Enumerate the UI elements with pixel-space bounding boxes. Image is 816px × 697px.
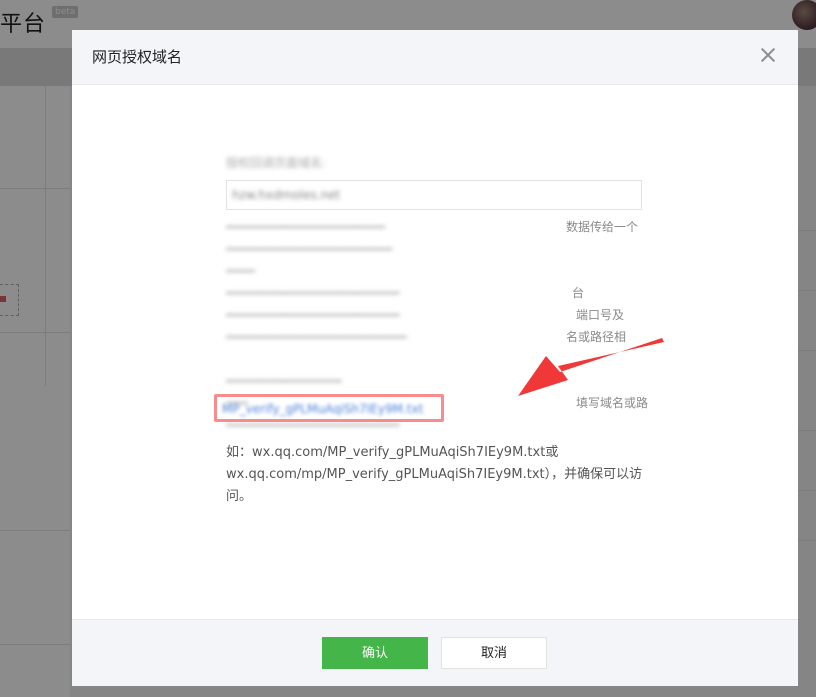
dialog-header: 网页授权域名: [72, 30, 798, 85]
domain-field-label: 授权回调页面域名:: [226, 156, 327, 170]
description-blurred-line: ━━━━━━━━━━━━━━━━━━━━━━━━: [226, 308, 400, 322]
authorize-domain-dialog: 网页授权域名 授权回调页面域名: hzw.hxdmoles.net ━━━━━━…: [72, 30, 798, 686]
description-text: 名或路径相: [566, 330, 627, 344]
link-highlight-box: [214, 394, 444, 422]
description-text: 数据传给一个: [566, 220, 639, 234]
description-text: 台: [572, 286, 585, 300]
close-icon[interactable]: [756, 43, 780, 67]
description-text: 端口号及: [576, 308, 625, 322]
dialog-footer: 确认 取消: [72, 619, 798, 686]
description-blurred-line: ━━━━━━━━━━━━━━━━━━━━━━: [226, 220, 385, 234]
description-blurred-line: ━━━━━━━━━━━━━━━━: [226, 374, 342, 388]
dialog-title: 网页授权域名: [92, 48, 183, 66]
domain-input-value: hzw.hxdmoles.net: [232, 188, 341, 202]
description-blurred-line: ━━━━━━━━━━━━━━━━━━━━━━━━: [226, 286, 400, 300]
description-text: 填写域名或路: [576, 396, 649, 410]
description-blurred-line: ━━━━: [226, 264, 255, 278]
cancel-button[interactable]: 取消: [441, 637, 547, 669]
example-text: 如：wx.qq.com/MP_verify_gPLMuAqiSh7IEy9M.t…: [226, 445, 643, 504]
description-blurred-line: ━━━━━━━━━━━━━━━━━━━━━━━: [226, 242, 393, 256]
confirm-button[interactable]: 确认: [322, 637, 428, 669]
description-blurred-line: ━━━━━━━━━━━━━━━━━━━━━━━━━: [226, 330, 407, 344]
